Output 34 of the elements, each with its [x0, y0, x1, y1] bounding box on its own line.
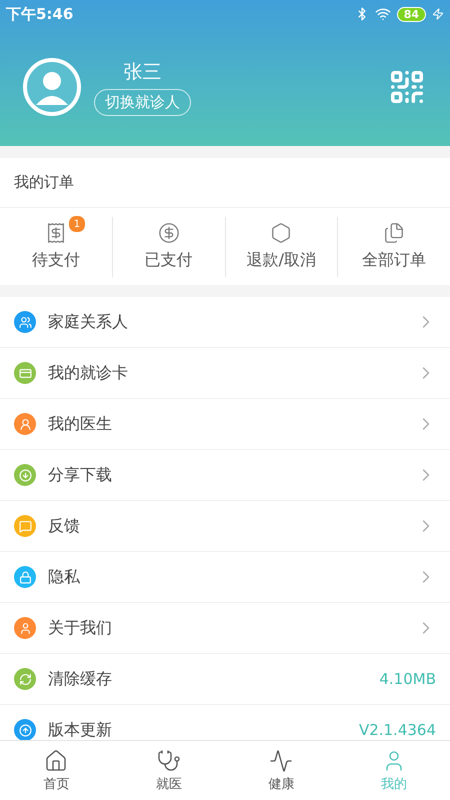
document-icon [383, 222, 406, 244]
avatar [22, 57, 82, 117]
menu-item[interactable]: 分享下载 [0, 450, 450, 501]
menu-value: 4.10MB [379, 670, 436, 688]
menu-label: 我的医生 [48, 414, 113, 434]
menu-item[interactable]: 反馈 [0, 501, 450, 552]
wifi-icon [374, 6, 391, 22]
menu-label: 版本更新 [48, 720, 113, 740]
section-title: 我的订单 [14, 173, 74, 192]
hexagon-icon [270, 222, 292, 244]
pulse-icon [269, 748, 294, 772]
menu-value: V2.1.4364 [358, 721, 436, 739]
menu-item[interactable]: 我的就诊卡 [0, 348, 450, 399]
menu-item[interactable]: 我的医生 [0, 399, 450, 450]
status-time: 下午5:46 [6, 4, 74, 24]
user-name: 张三 [124, 60, 162, 84]
menu-label: 分享下载 [48, 464, 113, 486]
menu-label: 隐私 [48, 566, 81, 588]
menu-label: 反馈 [48, 516, 81, 536]
menu-item[interactable]: 家庭关系人 [0, 297, 450, 348]
menu-label: 清除缓存 [48, 668, 113, 690]
menu-label: 我的就诊卡 [48, 362, 129, 384]
menu-item[interactable]: 关于我们 [0, 603, 450, 654]
home-icon [44, 748, 68, 772]
battery-level: 84 [396, 6, 426, 22]
stethoscope-icon [156, 748, 181, 772]
menu-label: 关于我们 [48, 618, 113, 638]
count-badge: 1 [68, 216, 85, 232]
charging-icon [432, 8, 444, 20]
menu-label: 家庭关系人 [48, 312, 129, 332]
menu-item[interactable]: 隐私 [0, 552, 450, 603]
menu-item[interactable]: 清除缓存 4.10MB [0, 654, 450, 705]
coin-icon [158, 222, 180, 244]
qr-code-icon[interactable] [388, 68, 426, 106]
